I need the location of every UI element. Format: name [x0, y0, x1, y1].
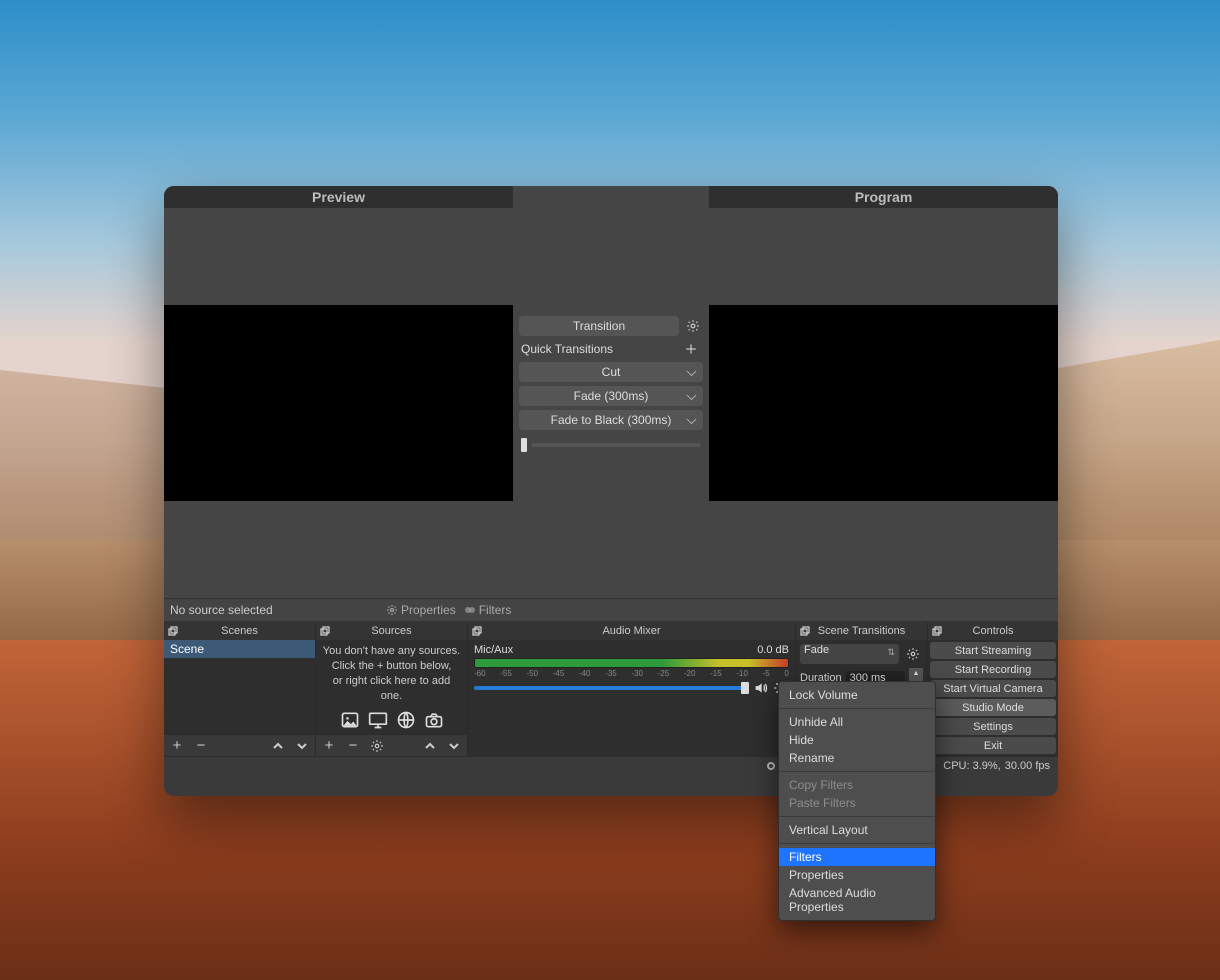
transition-button[interactable]: Transition: [519, 316, 679, 336]
ctx-item-hide[interactable]: Hide: [779, 731, 935, 749]
control-studio-mode[interactable]: Studio Mode: [930, 699, 1056, 716]
duration-up-arrow[interactable]: ▲: [909, 668, 923, 678]
mixer-volume-slider[interactable]: [474, 686, 749, 690]
source-up-button[interactable]: [421, 737, 439, 755]
dock-title-transitions: Scene Transitions: [814, 625, 927, 637]
ctx-item-filters[interactable]: Filters: [779, 848, 935, 866]
ctx-item-vertical-layout[interactable]: Vertical Layout: [779, 821, 935, 839]
no-source-selected-label: No source selected: [164, 603, 380, 617]
quick-transition-fade-black[interactable]: Fade to Black (300ms): [519, 410, 703, 430]
program-title: Program: [709, 186, 1058, 208]
dock-title-mixer: Audio Mixer: [486, 625, 795, 637]
quick-transition-fade[interactable]: Fade (300ms): [519, 386, 703, 406]
sources-dock: Sources You don't have any sources. Clic…: [316, 622, 468, 756]
mixer-vu-meter: [474, 658, 789, 668]
display-icon: [368, 710, 388, 730]
dock-popout-icon[interactable]: [468, 626, 486, 636]
quick-transitions-label: Quick Transitions: [521, 342, 613, 356]
mixer-context-menu: Lock Volume Unhide AllHideRename Copy Filt…: [778, 681, 936, 921]
mixer-mute-icon[interactable]: [753, 680, 769, 696]
ctx-item-paste-filters: Paste Filters: [779, 794, 935, 812]
ctx-separator: [779, 708, 935, 709]
preview-canvas[interactable]: [164, 305, 513, 501]
mixer-channel-name: Mic/Aux: [474, 644, 513, 656]
dock-title-scenes: Scenes: [182, 625, 315, 637]
ctx-item-rename[interactable]: Rename: [779, 749, 935, 767]
scene-up-button[interactable]: [269, 737, 287, 755]
image-icon: [340, 710, 360, 730]
quick-transition-cut[interactable]: Cut: [519, 362, 703, 382]
preview-pane: Preview: [164, 186, 513, 598]
scenes-dock: Scenes Scene + −: [164, 622, 316, 756]
transition-settings-gear-icon[interactable]: [683, 316, 703, 336]
source-properties-button[interactable]: Properties: [386, 603, 456, 617]
transition-gear-icon[interactable]: [903, 644, 923, 664]
source-down-button[interactable]: [445, 737, 463, 755]
studio-center-column: Transition Quick Transitions Cut Fade (3…: [513, 186, 709, 598]
desktop-background: Preview Transition Quick Transitions Cut: [0, 0, 1220, 980]
source-remove-button[interactable]: −: [344, 737, 362, 755]
control-start-streaming[interactable]: Start Streaming: [930, 642, 1056, 659]
status-fps: 30.00 fps: [1005, 760, 1050, 772]
ctx-item-unhide-all[interactable]: Unhide All: [779, 713, 935, 731]
dock-popout-icon[interactable]: [316, 626, 334, 636]
control-start-virtual-camera[interactable]: Start Virtual Camera: [930, 680, 1056, 697]
ctx-separator: [779, 771, 935, 772]
control-exit[interactable]: Exit: [930, 737, 1056, 754]
scene-list-item[interactable]: Scene: [164, 640, 315, 658]
dock-popout-icon[interactable]: [928, 626, 946, 636]
transition-type-select[interactable]: Fade⇅: [800, 644, 899, 664]
program-pane: Program: [709, 186, 1058, 598]
controls-dock: Controls Start Streaming Start Recording S…: [928, 622, 1058, 756]
dock-title-sources: Sources: [334, 625, 467, 637]
preview-title: Preview: [164, 186, 513, 208]
dock-popout-icon[interactable]: [164, 626, 182, 636]
ctx-item-properties[interactable]: Properties: [779, 866, 935, 884]
ctx-item-copy-filters: Copy Filters: [779, 776, 935, 794]
ctx-item-lock-volume[interactable]: Lock Volume: [779, 686, 935, 704]
source-properties-button[interactable]: [368, 737, 386, 755]
globe-icon: [396, 710, 416, 730]
program-canvas[interactable]: [709, 305, 1058, 501]
t-bar-slider[interactable]: [513, 434, 709, 456]
scene-remove-button[interactable]: −: [192, 737, 210, 755]
quick-transition-add-icon[interactable]: [681, 339, 701, 359]
ctx-item-advanced-audio-properties[interactable]: Advanced Audio Properties: [779, 884, 935, 916]
source-filters-button[interactable]: Filters: [464, 603, 512, 617]
ctx-separator: [779, 843, 935, 844]
mixer-channel-level: 0.0 dB: [757, 644, 789, 656]
control-settings[interactable]: Settings: [930, 718, 1056, 735]
status-cpu: CPU: 3.9%,: [943, 760, 1000, 772]
scene-down-button[interactable]: [293, 737, 311, 755]
scene-add-button[interactable]: +: [168, 737, 186, 755]
mixer-ticks: -60-55-50-45-40-35-30-25-20-15-10-50: [474, 669, 789, 678]
ctx-separator: [779, 816, 935, 817]
camera-icon: [424, 710, 444, 730]
dock-title-controls: Controls: [946, 625, 1058, 637]
sources-empty-area[interactable]: You don't have any sources. Click the + …: [316, 640, 467, 734]
control-start-recording[interactable]: Start Recording: [930, 661, 1056, 678]
dock-popout-icon[interactable]: [796, 626, 814, 636]
audio-mixer-dock: Audio Mixer Mic/Aux 0.0 dB -60-55-50-45-…: [468, 622, 796, 756]
source-add-button[interactable]: +: [320, 737, 338, 755]
